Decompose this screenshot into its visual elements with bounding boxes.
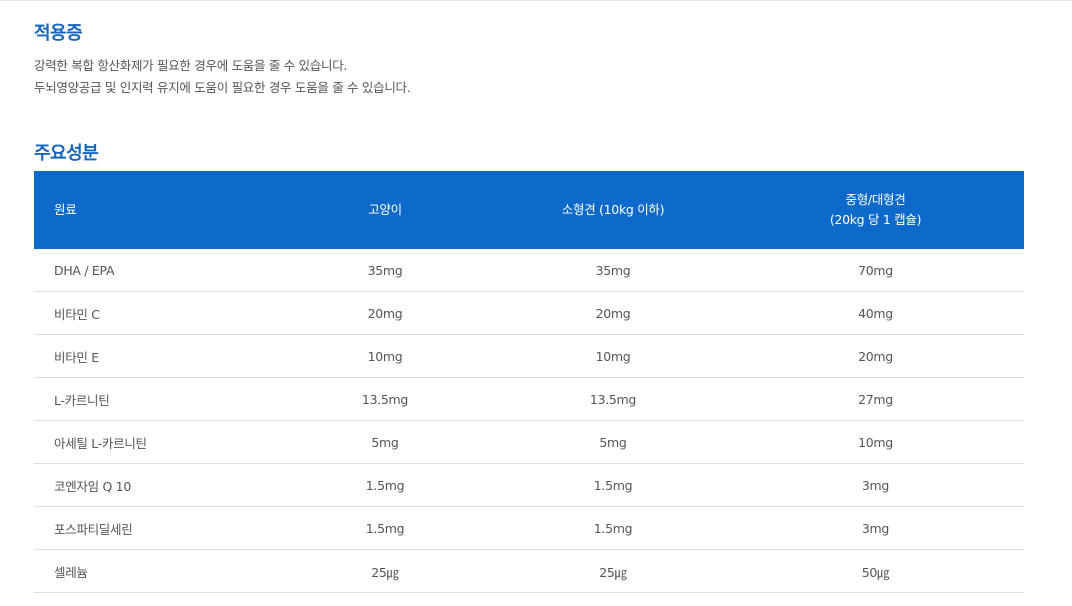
cat-dose-cell: 13.5mg [271,377,499,421]
header-ingredient: 원료 [34,171,271,249]
table-header: 원료 고양이 소형견 (10kg 이하) 중형/대형견 (20kg 당 1 캡슐… [34,171,1024,249]
small-dog-dose-cell: 5mg [499,420,727,464]
table-body: DHA / EPA 35mg 35mg 70mg 비타민 C 20mg 20mg 40mg 비타… [34,249,1024,593]
ingredient-name-cell: 코엔자임 Q 10 [34,463,271,507]
indications-list: 강력한 복합 항산화제가 필요한 경우에 도움을 줄 수 있습니다. 두뇌영양공… [34,55,411,99]
table-row: L-카르니틴 13.5mg 13.5mg 27mg [34,377,1024,421]
header-medium-large-dog: 중형/대형견 (20kg 당 1 캡슐) [727,171,1024,249]
cat-dose-cell: 20mg [271,291,499,335]
medium-large-dog-dose-cell: 27mg [727,377,1024,421]
ingredient-name-cell: 비타민 E [34,334,271,378]
ingredient-name-cell: 포스파티딜세린 [34,506,271,550]
ingredients-table: 원료 고양이 소형견 (10kg 이하) 중형/대형견 (20kg 당 1 캡슐… [34,171,1024,593]
table-header-row: 원료 고양이 소형견 (10kg 이하) 중형/대형견 (20kg 당 1 캡슐… [34,171,1024,249]
table-row: DHA / EPA 35mg 35mg 70mg [34,249,1024,292]
cat-dose-cell: 5mg [271,420,499,464]
table-row: 셀레늄 25㎍ 25㎍ 50㎍ [34,549,1024,593]
table-row: 비타민 E 10mg 10mg 20mg [34,334,1024,378]
small-dog-dose-cell: 10mg [499,334,727,378]
ingredient-name-cell: 아세틸 L-카르니틴 [34,420,271,464]
small-dog-dose-cell: 1.5mg [499,463,727,507]
table-row: 아세틸 L-카르니틴 5mg 5mg 10mg [34,420,1024,464]
medium-large-dog-dose-cell: 3mg [727,463,1024,507]
medium-large-dog-dose-cell: 10mg [727,420,1024,464]
ingredients-title: 주요성분 [34,143,99,164]
small-dog-dose-cell: 20mg [499,291,727,335]
medium-large-dog-dose-cell: 70mg [727,249,1024,292]
header-medium-large-dog-label: 중형/대형견 [845,192,906,207]
indication-line: 두뇌영양공급 및 인지력 유지에 도움이 필요한 경우 도움을 줄 수 있습니다… [34,80,411,95]
medium-large-dog-dose-cell: 20mg [727,334,1024,378]
ingredient-name-cell: L-카르니틴 [34,377,271,421]
cat-dose-cell: 10mg [271,334,499,378]
cat-dose-cell: 25㎍ [271,549,499,593]
ingredient-name-cell: DHA / EPA [34,249,271,292]
header-small-dog: 소형견 (10kg 이하) [499,171,727,249]
table-row: 코엔자임 Q 10 1.5mg 1.5mg 3mg [34,463,1024,507]
header-medium-large-dog-note: (20kg 당 1 캡슐) [829,212,922,227]
cat-dose-cell: 35mg [271,249,499,292]
small-dog-dose-cell: 13.5mg [499,377,727,421]
medium-large-dog-dose-cell: 3mg [727,506,1024,550]
small-dog-dose-cell: 35mg [499,249,727,292]
small-dog-dose-cell: 1.5mg [499,506,727,550]
cat-dose-cell: 1.5mg [271,506,499,550]
header-cat: 고양이 [271,171,499,249]
indications-title: 적용증 [34,23,83,44]
ingredient-name-cell: 비타민 C [34,291,271,335]
cat-dose-cell: 1.5mg [271,463,499,507]
table-row: 비타민 C 20mg 20mg 40mg [34,291,1024,335]
ingredient-name-cell: 셀레늄 [34,549,271,593]
indication-line: 강력한 복합 항산화제가 필요한 경우에 도움을 줄 수 있습니다. [34,58,348,73]
top-divider [0,0,1072,1]
table-row: 포스파티딜세린 1.5mg 1.5mg 3mg [34,506,1024,550]
medium-large-dog-dose-cell: 50㎍ [727,549,1024,593]
medium-large-dog-dose-cell: 40mg [727,291,1024,335]
small-dog-dose-cell: 25㎍ [499,549,727,593]
